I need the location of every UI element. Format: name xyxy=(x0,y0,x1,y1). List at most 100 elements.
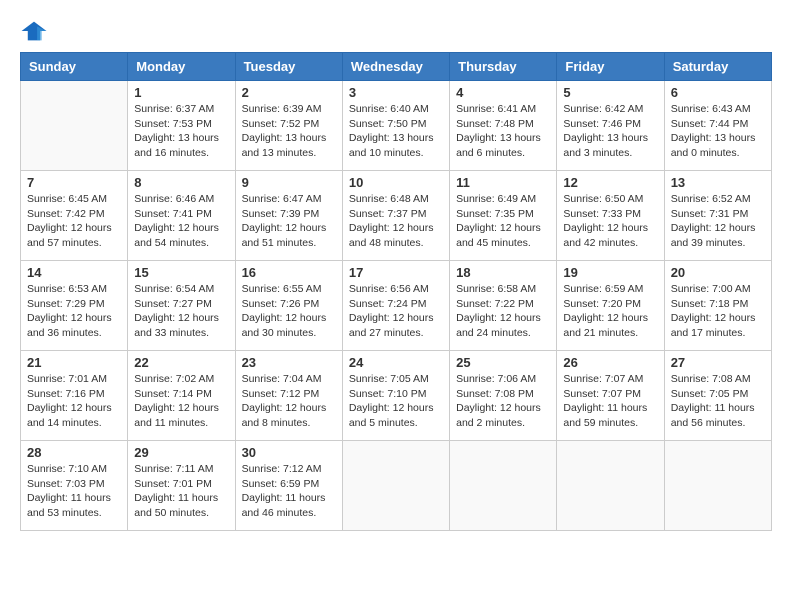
day-number: 26 xyxy=(563,355,657,370)
day-number: 4 xyxy=(456,85,550,100)
day-number: 25 xyxy=(456,355,550,370)
day-cell: 1 Sunrise: 6:37 AM Sunset: 7:53 PM Daylig… xyxy=(128,81,235,171)
day-info: Sunrise: 7:04 AM Sunset: 7:12 PM Dayligh… xyxy=(242,372,336,431)
weekday-header-thursday: Thursday xyxy=(450,53,557,81)
day-cell: 26 Sunrise: 7:07 AM Sunset: 7:07 PM Dayli… xyxy=(557,351,664,441)
weekday-header-sunday: Sunday xyxy=(21,53,128,81)
weekday-header-friday: Friday xyxy=(557,53,664,81)
day-number: 13 xyxy=(671,175,765,190)
day-info: Sunrise: 6:40 AM Sunset: 7:50 PM Dayligh… xyxy=(349,102,443,161)
week-row-4: 21 Sunrise: 7:01 AM Sunset: 7:16 PM Dayli… xyxy=(21,351,772,441)
day-info: Sunrise: 6:45 AM Sunset: 7:42 PM Dayligh… xyxy=(27,192,121,251)
day-cell: 20 Sunrise: 7:00 AM Sunset: 7:18 PM Dayli… xyxy=(664,261,771,351)
day-info: Sunrise: 6:43 AM Sunset: 7:44 PM Dayligh… xyxy=(671,102,765,161)
day-info: Sunrise: 7:08 AM Sunset: 7:05 PM Dayligh… xyxy=(671,372,765,431)
day-info: Sunrise: 6:50 AM Sunset: 7:33 PM Dayligh… xyxy=(563,192,657,251)
day-number: 2 xyxy=(242,85,336,100)
day-cell: 25 Sunrise: 7:06 AM Sunset: 7:08 PM Dayli… xyxy=(450,351,557,441)
day-info: Sunrise: 7:07 AM Sunset: 7:07 PM Dayligh… xyxy=(563,372,657,431)
day-cell: 10 Sunrise: 6:48 AM Sunset: 7:37 PM Dayli… xyxy=(342,171,449,261)
day-cell: 11 Sunrise: 6:49 AM Sunset: 7:35 PM Dayli… xyxy=(450,171,557,261)
logo xyxy=(20,20,52,42)
weekday-header-saturday: Saturday xyxy=(664,53,771,81)
day-info: Sunrise: 6:54 AM Sunset: 7:27 PM Dayligh… xyxy=(134,282,228,341)
day-cell: 12 Sunrise: 6:50 AM Sunset: 7:33 PM Dayli… xyxy=(557,171,664,261)
week-row-1: 1 Sunrise: 6:37 AM Sunset: 7:53 PM Daylig… xyxy=(21,81,772,171)
day-number: 27 xyxy=(671,355,765,370)
logo-icon xyxy=(20,20,48,42)
day-cell: 23 Sunrise: 7:04 AM Sunset: 7:12 PM Dayli… xyxy=(235,351,342,441)
day-number: 5 xyxy=(563,85,657,100)
day-number: 12 xyxy=(563,175,657,190)
day-info: Sunrise: 7:06 AM Sunset: 7:08 PM Dayligh… xyxy=(456,372,550,431)
day-number: 20 xyxy=(671,265,765,280)
day-number: 29 xyxy=(134,445,228,460)
day-number: 10 xyxy=(349,175,443,190)
day-info: Sunrise: 6:46 AM Sunset: 7:41 PM Dayligh… xyxy=(134,192,228,251)
day-cell: 7Sunrise: 6:45 AM Sunset: 7:42 PM Daylig… xyxy=(21,171,128,261)
day-info: Sunrise: 6:47 AM Sunset: 7:39 PM Dayligh… xyxy=(242,192,336,251)
day-cell: 14 Sunrise: 6:53 AM Sunset: 7:29 PM Dayli… xyxy=(21,261,128,351)
day-cell xyxy=(342,441,449,531)
day-cell: 19 Sunrise: 6:59 AM Sunset: 7:20 PM Dayli… xyxy=(557,261,664,351)
calendar: SundayMondayTuesdayWednesdayThursdayFrid… xyxy=(20,52,772,531)
day-number: 30 xyxy=(242,445,336,460)
day-number: 19 xyxy=(563,265,657,280)
day-cell: 21 Sunrise: 7:01 AM Sunset: 7:16 PM Dayli… xyxy=(21,351,128,441)
day-cell: 3 Sunrise: 6:40 AM Sunset: 7:50 PM Daylig… xyxy=(342,81,449,171)
day-info: Sunrise: 6:56 AM Sunset: 7:24 PM Dayligh… xyxy=(349,282,443,341)
day-cell: 15 Sunrise: 6:54 AM Sunset: 7:27 PM Dayli… xyxy=(128,261,235,351)
day-cell: 6 Sunrise: 6:43 AM Sunset: 7:44 PM Daylig… xyxy=(664,81,771,171)
day-number: 9 xyxy=(242,175,336,190)
weekday-header-row: SundayMondayTuesdayWednesdayThursdayFrid… xyxy=(21,53,772,81)
day-number: 23 xyxy=(242,355,336,370)
day-info: Sunrise: 6:48 AM Sunset: 7:37 PM Dayligh… xyxy=(349,192,443,251)
day-number: 22 xyxy=(134,355,228,370)
weekday-header-monday: Monday xyxy=(128,53,235,81)
day-info: Sunrise: 7:05 AM Sunset: 7:10 PM Dayligh… xyxy=(349,372,443,431)
weekday-header-tuesday: Tuesday xyxy=(235,53,342,81)
day-cell: 4 Sunrise: 6:41 AM Sunset: 7:48 PM Daylig… xyxy=(450,81,557,171)
day-cell: 17 Sunrise: 6:56 AM Sunset: 7:24 PM Dayli… xyxy=(342,261,449,351)
day-number: 17 xyxy=(349,265,443,280)
day-number: 14 xyxy=(27,265,121,280)
day-cell: 13 Sunrise: 6:52 AM Sunset: 7:31 PM Dayli… xyxy=(664,171,771,261)
day-number: 11 xyxy=(456,175,550,190)
day-number: 16 xyxy=(242,265,336,280)
day-cell: 27 Sunrise: 7:08 AM Sunset: 7:05 PM Dayli… xyxy=(664,351,771,441)
day-number: 21 xyxy=(27,355,121,370)
day-cell xyxy=(21,81,128,171)
day-cell: 5 Sunrise: 6:42 AM Sunset: 7:46 PM Daylig… xyxy=(557,81,664,171)
day-info: Sunrise: 6:59 AM Sunset: 7:20 PM Dayligh… xyxy=(563,282,657,341)
day-info: Sunrise: 6:49 AM Sunset: 7:35 PM Dayligh… xyxy=(456,192,550,251)
week-row-3: 14 Sunrise: 6:53 AM Sunset: 7:29 PM Dayli… xyxy=(21,261,772,351)
day-number: 1 xyxy=(134,85,228,100)
day-info: Sunrise: 6:55 AM Sunset: 7:26 PM Dayligh… xyxy=(242,282,336,341)
day-info: Sunrise: 6:39 AM Sunset: 7:52 PM Dayligh… xyxy=(242,102,336,161)
day-cell: 18Sunrise: 6:58 AM Sunset: 7:22 PM Dayli… xyxy=(450,261,557,351)
day-info: Sunrise: 6:41 AM Sunset: 7:48 PM Dayligh… xyxy=(456,102,550,161)
day-number: 6 xyxy=(671,85,765,100)
day-cell: 16 Sunrise: 6:55 AM Sunset: 7:26 PM Dayli… xyxy=(235,261,342,351)
day-number: 24 xyxy=(349,355,443,370)
day-number: 3 xyxy=(349,85,443,100)
day-info: Sunrise: 6:53 AM Sunset: 7:29 PM Dayligh… xyxy=(27,282,121,341)
day-cell: 22 Sunrise: 7:02 AM Sunset: 7:14 PM Dayli… xyxy=(128,351,235,441)
day-cell: 9 Sunrise: 6:47 AM Sunset: 7:39 PM Daylig… xyxy=(235,171,342,261)
day-info: Sunrise: 7:01 AM Sunset: 7:16 PM Dayligh… xyxy=(27,372,121,431)
week-row-2: 7Sunrise: 6:45 AM Sunset: 7:42 PM Daylig… xyxy=(21,171,772,261)
day-cell: 30 Sunrise: 7:12 AM Sunset: 6:59 PM Dayli… xyxy=(235,441,342,531)
day-cell: 8Sunrise: 6:46 AM Sunset: 7:41 PM Daylig… xyxy=(128,171,235,261)
day-info: Sunrise: 7:10 AM Sunset: 7:03 PM Dayligh… xyxy=(27,462,121,521)
weekday-header-wednesday: Wednesday xyxy=(342,53,449,81)
day-info: Sunrise: 7:02 AM Sunset: 7:14 PM Dayligh… xyxy=(134,372,228,431)
day-cell: 28 Sunrise: 7:10 AM Sunset: 7:03 PM Dayli… xyxy=(21,441,128,531)
day-info: Sunrise: 6:37 AM Sunset: 7:53 PM Dayligh… xyxy=(134,102,228,161)
week-row-5: 28 Sunrise: 7:10 AM Sunset: 7:03 PM Dayli… xyxy=(21,441,772,531)
day-info: Sunrise: 6:52 AM Sunset: 7:31 PM Dayligh… xyxy=(671,192,765,251)
day-number: 15 xyxy=(134,265,228,280)
day-info: Sunrise: 7:00 AM Sunset: 7:18 PM Dayligh… xyxy=(671,282,765,341)
day-info: Sunrise: 6:42 AM Sunset: 7:46 PM Dayligh… xyxy=(563,102,657,161)
day-info: Sunrise: 7:12 AM Sunset: 6:59 PM Dayligh… xyxy=(242,462,336,521)
day-number: 28 xyxy=(27,445,121,460)
